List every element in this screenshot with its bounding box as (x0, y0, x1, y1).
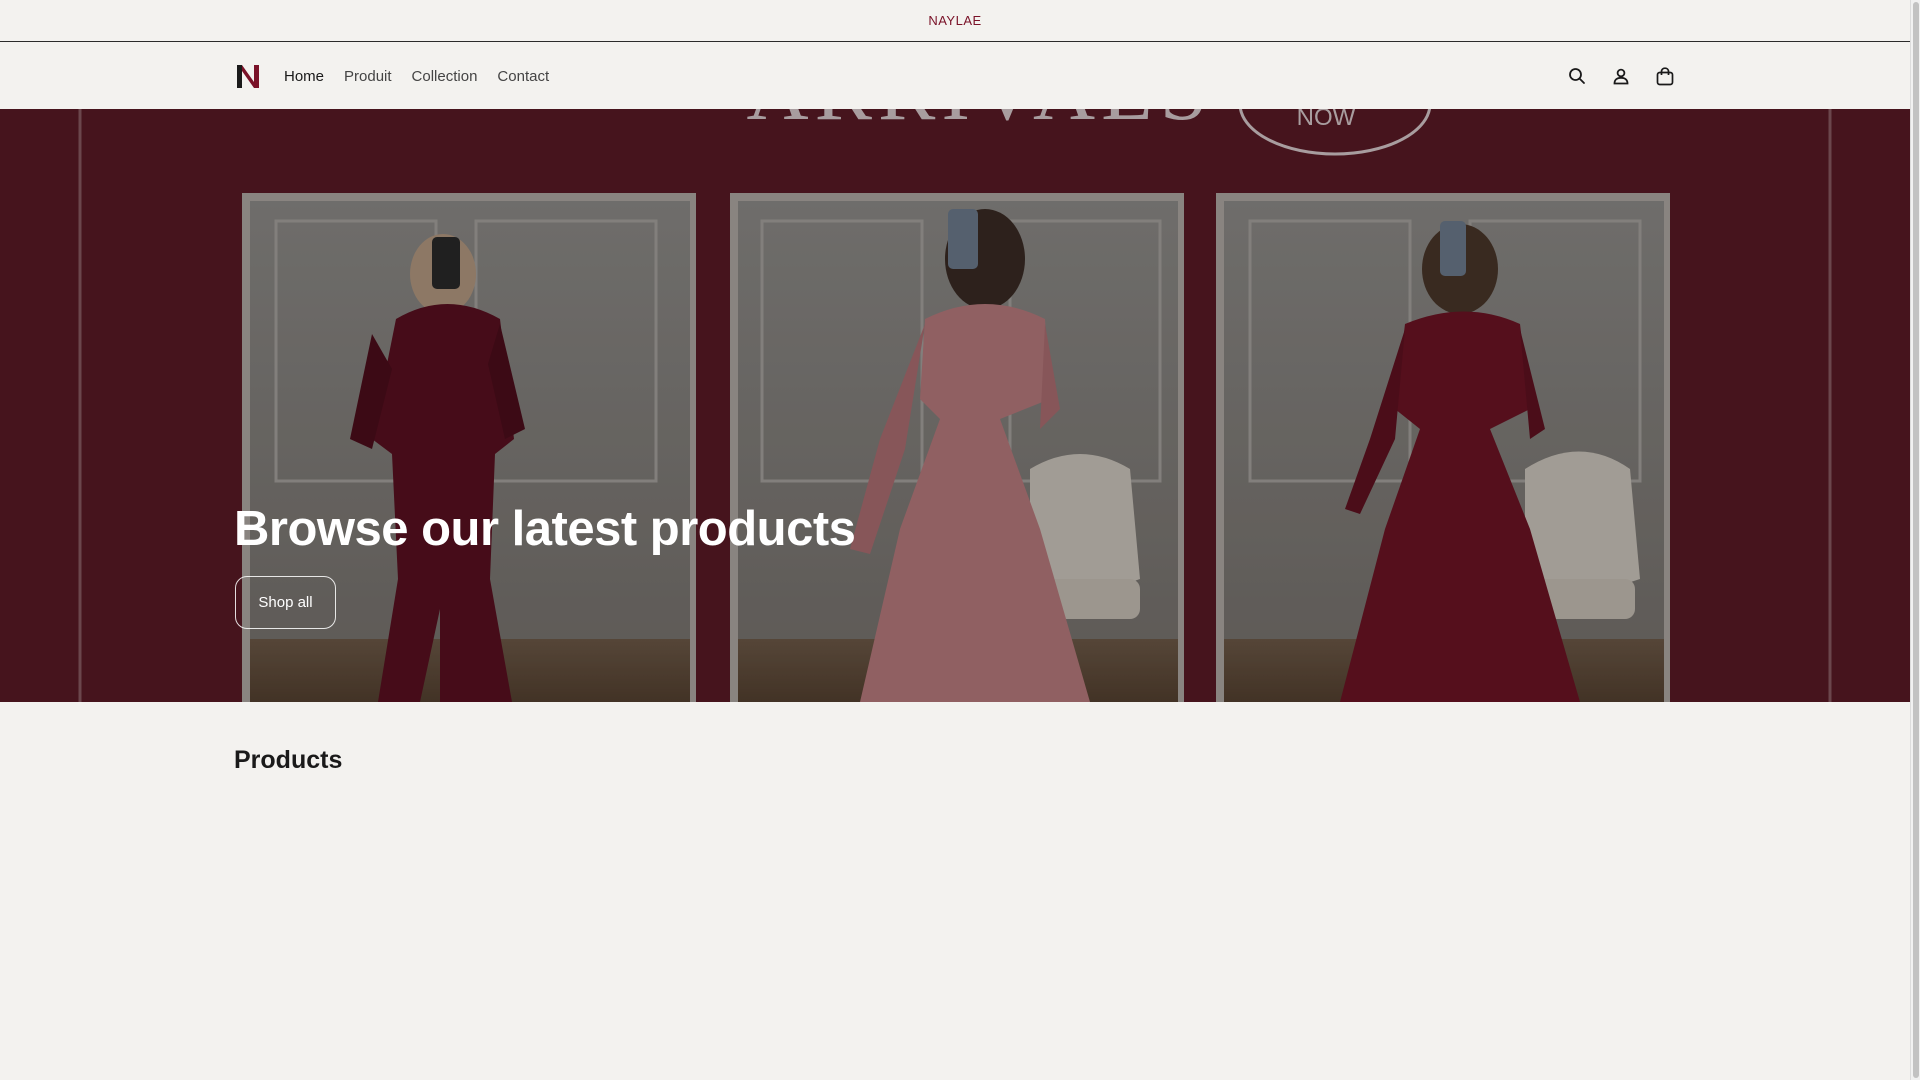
nav-collection[interactable]: Collection (412, 68, 478, 85)
naylae-logo[interactable] (236, 63, 260, 89)
site-header: Home Produit Collection Contact (0, 43, 1910, 109)
hero-title: Browse our latest products (234, 502, 856, 556)
products-heading: Products (234, 746, 343, 774)
scrollbar-thumb[interactable] (1913, 2, 1919, 1078)
nav-contact[interactable]: Contact (497, 68, 549, 85)
search-icon[interactable] (1566, 65, 1588, 87)
page-scrollbar[interactable] (1910, 0, 1920, 1080)
announcement-bar: NAYLAE (0, 0, 1910, 42)
nav-produit[interactable]: Produit (344, 68, 392, 85)
hero-banner: ARRIVALS NOW (0, 109, 1910, 702)
nav-home[interactable]: Home (284, 68, 324, 85)
shop-all-button[interactable]: Shop all (235, 576, 336, 629)
cart-icon[interactable] (1654, 65, 1676, 87)
main-nav: Home Produit Collection Contact (284, 43, 549, 109)
products-section: Products (0, 702, 1910, 1080)
header-icons (1566, 43, 1676, 109)
announcement-text: NAYLAE (928, 13, 982, 28)
account-icon[interactable] (1610, 65, 1632, 87)
